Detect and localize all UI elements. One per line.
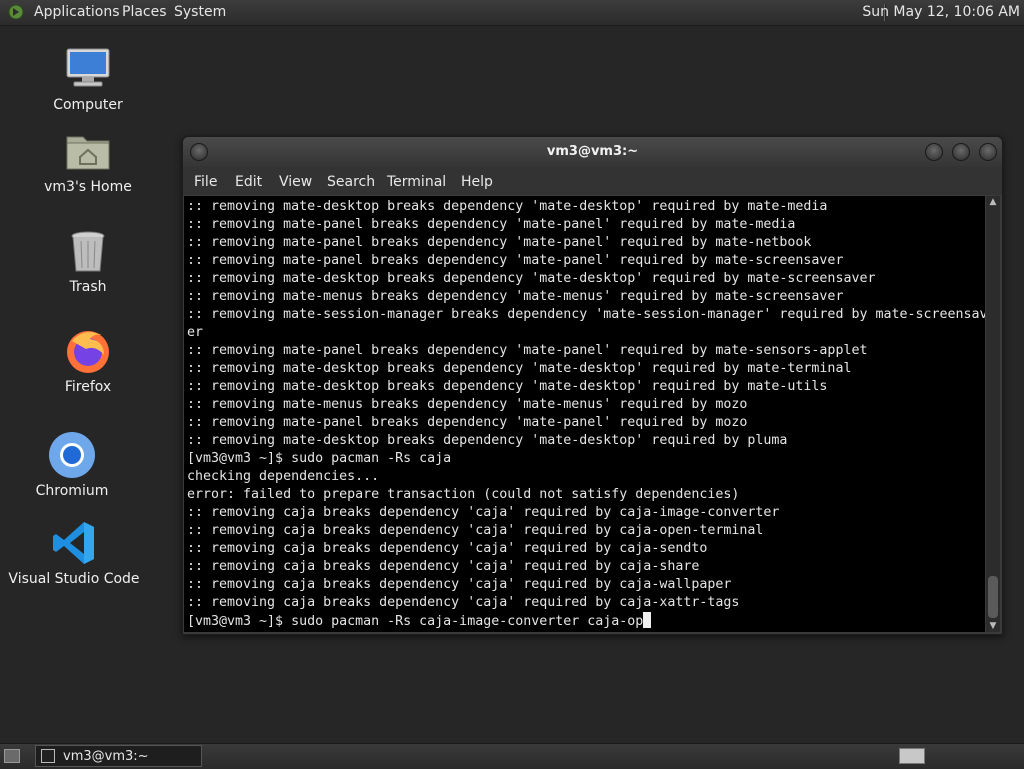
menu-help[interactable]: Help xyxy=(461,174,493,190)
window-menubar: File Edit View Search Terminal Help xyxy=(183,167,1002,195)
scroll-down-icon[interactable]: ▼ xyxy=(986,620,1000,632)
desktop-icon-label: Chromium xyxy=(35,483,109,499)
home-folder-icon xyxy=(66,136,110,170)
bottom-panel: vm3@vm3:~ xyxy=(0,743,1024,769)
maximize-button[interactable] xyxy=(952,143,970,161)
scrollbar-thumb[interactable] xyxy=(988,576,998,618)
computer-icon xyxy=(66,48,110,87)
terminal-line: :: removing mate-session-manager breaks … xyxy=(187,307,985,322)
desktop-icon-computer[interactable]: Computer xyxy=(18,45,158,114)
menu-search[interactable]: Search xyxy=(327,174,375,190)
menu-file[interactable]: File xyxy=(194,174,217,190)
terminal-line: :: removing caja breaks dependency 'caja… xyxy=(187,523,764,538)
terminal-line: :: removing mate-panel breaks dependency… xyxy=(187,343,868,358)
terminal-line: :: removing caja breaks dependency 'caja… xyxy=(187,505,780,520)
system-menu[interactable]: System xyxy=(174,4,226,21)
prompt-text: [vm3@vm3 ~]$ sudo pacman -Rs caja-image-… xyxy=(187,614,644,629)
top-panel: Applications Places System Sun May 12, 1… xyxy=(0,0,1024,26)
desktop-icon-label: Visual Studio Code xyxy=(8,571,140,587)
text-cursor xyxy=(643,612,652,628)
show-desktop-icon[interactable] xyxy=(4,749,20,763)
terminal-line: :: removing caja breaks dependency 'caja… xyxy=(187,595,740,610)
terminal-line: :: removing caja breaks dependency 'caja… xyxy=(187,541,708,556)
terminal-line: :: removing mate-menus breaks dependency… xyxy=(187,289,844,304)
desktop-icon-chromium[interactable]: Chromium xyxy=(2,431,142,500)
terminal-line: :: removing mate-desktop breaks dependen… xyxy=(187,379,828,394)
terminal-line: checking dependencies... xyxy=(187,469,380,484)
terminal-line: :: removing mate-panel breaks dependency… xyxy=(187,415,748,430)
applications-menu[interactable]: Applications xyxy=(34,4,120,21)
terminal-line: :: removing mate-desktop breaks dependen… xyxy=(187,361,852,376)
menu-view[interactable]: View xyxy=(279,174,312,190)
terminal-line: er xyxy=(187,325,204,340)
taskbar-item-terminal[interactable]: vm3@vm3:~ xyxy=(35,745,202,767)
desktop-icon-label: vm3's Home xyxy=(44,179,132,195)
terminal-line: :: removing mate-panel breaks dependency… xyxy=(187,253,844,268)
window-title: vm3@vm3:~ xyxy=(546,144,639,159)
terminal-output[interactable]: :: removing mate-desktop breaks dependen… xyxy=(184,196,985,632)
firefox-icon xyxy=(67,331,109,373)
terminal-prompt-line[interactable]: [vm3@vm3 ~]$ sudo pacman -Rs caja-image-… xyxy=(187,612,985,630)
chromium-icon xyxy=(49,432,95,478)
terminal-window[interactable]: vm3@vm3:~ File Edit View Search Terminal… xyxy=(182,136,1003,635)
scroll-up-icon[interactable]: ▲ xyxy=(986,196,1000,208)
menu-edit[interactable]: Edit xyxy=(235,174,262,190)
terminal-scrollbar[interactable]: ▲ ▼ xyxy=(986,196,1000,632)
terminal-line: :: removing mate-desktop breaks dependen… xyxy=(187,433,788,448)
terminal-line: [vm3@vm3 ~]$ sudo pacman -Rs caja xyxy=(187,451,452,466)
taskbar-item-label: vm3@vm3:~ xyxy=(63,749,149,764)
desktop-icon-label: Firefox xyxy=(64,379,112,395)
desktop-icon-firefox[interactable]: Firefox xyxy=(18,327,158,396)
mate-logo-icon[interactable] xyxy=(8,4,24,20)
terminal-line: :: removing mate-panel breaks dependency… xyxy=(187,235,812,250)
terminal-line: :: removing caja breaks dependency 'caja… xyxy=(187,577,732,592)
desktop-icon-label: Trash xyxy=(69,279,107,295)
terminal-line: :: removing mate-menus breaks dependency… xyxy=(187,397,748,412)
desktop-icon-vscode[interactable]: Visual Studio Code xyxy=(4,519,144,588)
places-menu[interactable]: Places xyxy=(122,4,167,21)
workspace-switcher[interactable] xyxy=(899,748,925,764)
desktop-icon-trash[interactable]: Trash xyxy=(18,227,158,296)
trash-icon xyxy=(71,231,105,272)
terminal-line: :: removing caja breaks dependency 'caja… xyxy=(187,559,700,574)
clock[interactable]: Sun May 12, 10:06 AM xyxy=(862,4,1020,21)
terminal-line: :: removing mate-desktop breaks dependen… xyxy=(187,271,876,286)
desktop-icon-label: Computer xyxy=(53,97,123,113)
menu-terminal[interactable]: Terminal xyxy=(387,174,446,190)
window-titlebar[interactable]: vm3@vm3:~ xyxy=(183,137,1002,167)
desktop-icon-home[interactable]: vm3's Home xyxy=(18,127,158,196)
minimize-button[interactable] xyxy=(925,143,943,161)
terminal-icon xyxy=(41,749,55,763)
terminal-line: :: removing mate-panel breaks dependency… xyxy=(187,217,796,232)
vscode-icon xyxy=(53,522,94,564)
close-button[interactable] xyxy=(979,143,997,161)
terminal-line: :: removing mate-desktop breaks dependen… xyxy=(187,199,828,214)
terminal-line: error: failed to prepare transaction (co… xyxy=(187,487,740,502)
